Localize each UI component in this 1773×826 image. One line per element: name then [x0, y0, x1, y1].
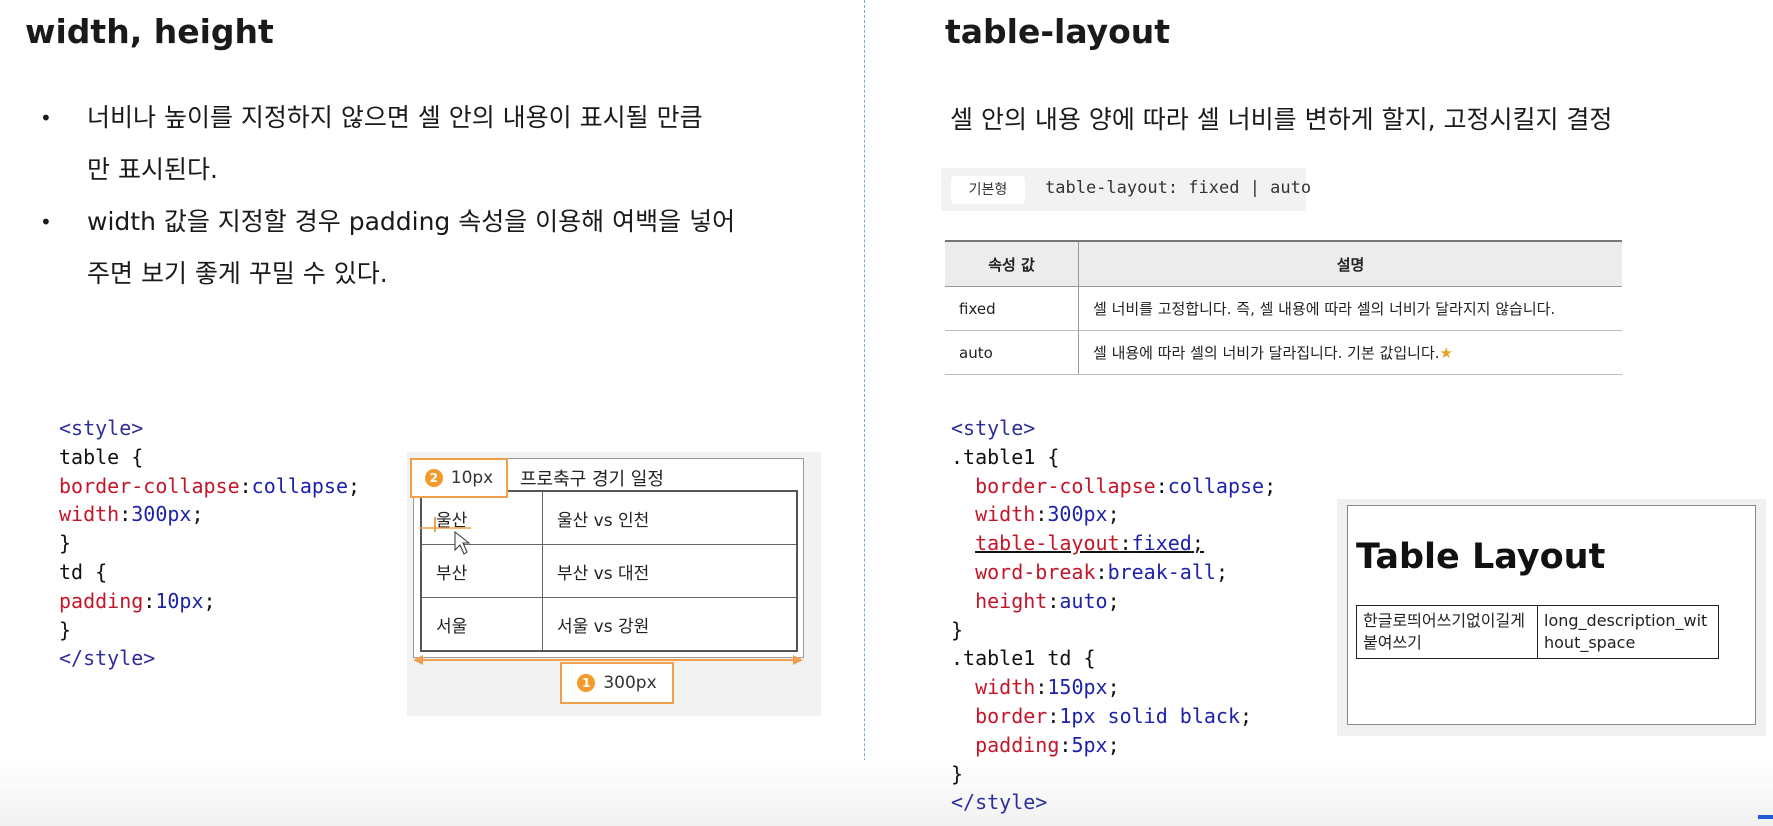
code-prop: word-break: [975, 559, 1096, 584]
code-line: <style>: [951, 416, 1036, 440]
code-prop: width: [975, 675, 1036, 700]
left-title: width, height: [25, 12, 274, 51]
code-prop: padding: [59, 588, 144, 613]
padding-callout: 2 10px: [410, 458, 508, 498]
bullet-item: • 너비나 높이를 지정하지 않으면 셀 안의 내용이 표시될 만큼 만 표시된…: [40, 92, 850, 196]
callout-label: 10px: [450, 468, 494, 488]
right-code-block: <style> .table1 { border-collapse:collap…: [951, 416, 1277, 815]
right-title: table-layout: [945, 12, 1171, 51]
code-value: collapse: [1167, 473, 1265, 498]
bullet-dot: •: [40, 210, 52, 234]
code-prop: padding: [975, 732, 1060, 757]
code-prop: height: [975, 588, 1048, 613]
code-value: 1px solid black: [1059, 703, 1241, 728]
table-cell: fixed: [945, 286, 1079, 331]
bullet-text: 주면 보기 좋게 꾸밀 수 있다.: [87, 259, 388, 288]
table-header-row: 속성 값 설명: [945, 240, 1622, 287]
code-prop: border: [975, 703, 1048, 728]
code-line: </style>: [951, 790, 1048, 815]
width-callout: 1 300px: [560, 662, 674, 704]
code-line: .table1 {: [951, 444, 1060, 469]
left-bullet-list: • 너비나 높이를 지정하지 않으면 셀 안의 내용이 표시될 만큼 만 표시된…: [40, 92, 850, 300]
callout-number-badge: 1: [577, 674, 596, 692]
bullet-text: 만 표시된다.: [87, 155, 218, 184]
syntax-code: table-layout: fixed | auto: [1045, 178, 1312, 198]
table-cell: 셀 너비를 고정합니다. 즉, 셀 내용에 따라 셀의 너비가 달라지지 않습니…: [1078, 286, 1622, 331]
code-value: break-all: [1107, 559, 1216, 584]
code-value: 5px: [1071, 732, 1108, 757]
bullet-text: 너비나 높이를 지정하지 않으면 셀 안의 내용이 표시될 만큼: [87, 103, 703, 132]
code-value: 150px: [1047, 675, 1108, 700]
underlined-declaration: table-layout:fixed;: [975, 531, 1204, 556]
code-line: }: [59, 531, 72, 556]
code-prop: border-collapse: [59, 473, 240, 498]
code-value: 10px: [155, 588, 204, 613]
code-line: }: [59, 617, 72, 642]
code-line: }: [951, 617, 964, 642]
callout-number-badge: 2: [424, 469, 443, 487]
code-value: 300px: [1047, 502, 1108, 527]
code-value: collapse: [251, 473, 348, 498]
code-prop: table-layout: [975, 531, 1120, 556]
default-star-icon: ★: [1439, 344, 1453, 362]
cell-text: 셀 내용에 따라 셀의 너비가 달라집니다. 기본 값입니다.: [1093, 344, 1440, 362]
table-cell: long_description_without_space: [1537, 605, 1719, 659]
callout-label: 300px: [603, 673, 657, 693]
table-row: auto 셀 내용에 따라 셀의 너비가 달라집니다. 기본 값입니다.★: [945, 330, 1622, 375]
bullet-dot: •: [40, 106, 52, 130]
table-row: 한글로띄어쓰기없이길게붙여쓰기 long_description_without…: [1356, 605, 1719, 659]
code-line: table {: [59, 444, 144, 469]
column-divider: [864, 0, 865, 826]
table-header: 설명: [1078, 240, 1622, 287]
table-cell: 한글로띄어쓰기없이길게붙여쓰기: [1356, 605, 1538, 659]
result-preview-table: 한글로띄어쓰기없이길게붙여쓰기 long_description_without…: [1356, 605, 1719, 659]
code-prop: width: [975, 502, 1036, 527]
code-line: .table1 td {: [951, 646, 1096, 671]
code-prop: border-collapse: [975, 473, 1156, 498]
right-description: 셀 안의 내용 양에 따라 셀 너비를 변하게 할지, 고정시킬지 결정: [950, 105, 1613, 134]
result-preview-title: Table Layout: [1356, 537, 1606, 577]
code-line: </style>: [59, 646, 156, 671]
table-header: 속성 값: [945, 240, 1079, 287]
left-code-block: <style> table { border-collapse:collapse…: [59, 416, 361, 671]
code-value: fixed: [1131, 531, 1192, 556]
bottom-shade: [0, 760, 1773, 826]
table-cell: 셀 내용에 따라 셀의 너비가 달라집니다. 기본 값입니다.★: [1078, 330, 1622, 375]
bullet-item: • width 값을 지정할 경우 padding 속성을 이용해 여백을 넣어…: [40, 196, 850, 300]
code-prop: width: [59, 502, 120, 527]
code-line: }: [951, 761, 964, 786]
table-cell: auto: [945, 330, 1079, 375]
corner-indicator: [1758, 815, 1773, 819]
code-line: <style>: [59, 416, 144, 440]
table-row: fixed 셀 너비를 고정합니다. 즉, 셀 내용에 따라 셀의 너비가 달라…: [945, 286, 1622, 331]
code-line: td {: [59, 559, 108, 584]
code-value: 300px: [131, 502, 192, 527]
code-value: auto: [1059, 588, 1108, 613]
bullet-text: width 값을 지정할 경우 padding 속성을 이용해 여백을 넣어: [87, 207, 736, 236]
property-table: 속성 값 설명 fixed 셀 너비를 고정합니다. 즉, 셀 내용에 따라 셀…: [945, 240, 1622, 375]
syntax-label: 기본형: [951, 176, 1025, 204]
